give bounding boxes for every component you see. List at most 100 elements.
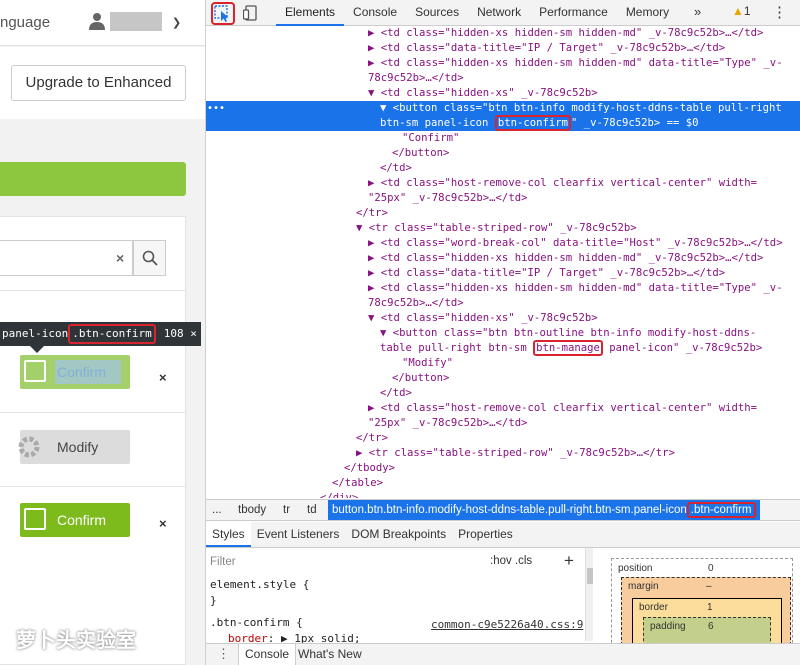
dom-node-line[interactable]: ▶ <tr class="table-striped-row" _v-78c9c… xyxy=(206,446,800,461)
dom-node-line[interactable]: </td> xyxy=(206,386,800,401)
dom-node-text: ▼ <td class="hidden-xs" _v-78c9c52b> xyxy=(368,312,598,324)
dom-node-line[interactable]: ▼ <button class="btn btn-outline btn-inf… xyxy=(206,326,800,341)
styles-filter-input[interactable]: Filter xyxy=(210,556,236,568)
confirm-button[interactable]: Confirm xyxy=(20,503,130,537)
tab-sources[interactable]: Sources xyxy=(406,0,468,26)
user-icon[interactable] xyxy=(89,12,105,30)
chevron-down-icon[interactable]: ❯ xyxy=(172,16,181,29)
dom-node-line[interactable]: "25px" _v-78c9c52b>…</td> xyxy=(206,191,800,206)
dom-node-line[interactable]: ▶ <td class="host-remove-col clearfix ve… xyxy=(206,401,800,416)
breadcrumb-item[interactable]: ... xyxy=(212,500,222,520)
search-icon xyxy=(142,250,158,266)
dom-node-line[interactable]: ▶ <td class="data-title="IP / Target" _v… xyxy=(206,41,800,56)
drawer-tab-console[interactable]: Console xyxy=(238,644,297,665)
dom-node-line[interactable]: table pull-right btn-sm btn-manage panel… xyxy=(206,340,800,356)
dom-node-line[interactable]: </tr> xyxy=(206,431,800,446)
tooltip-class: panel-icon xyxy=(2,327,69,340)
username-redacted[interactable] xyxy=(110,12,162,31)
dom-node-line[interactable]: </button> xyxy=(206,146,800,161)
search-button[interactable] xyxy=(133,240,166,276)
tab-dom-breakpoints[interactable]: DOM Breakpoints xyxy=(345,522,452,547)
dom-node-text: 78c9c52b>…</td> xyxy=(368,72,464,84)
tab-console[interactable]: Console xyxy=(344,0,406,26)
green-banner xyxy=(0,162,186,196)
clear-icon[interactable]: × xyxy=(116,250,124,266)
dom-node-text: "Confirm" xyxy=(402,132,460,144)
inspect-element-button[interactable] xyxy=(211,2,235,25)
dom-node-line[interactable]: ▶ <td class="data-title="IP / Target" _v… xyxy=(206,266,800,281)
dom-node-line[interactable]: 78c9c52b>…</td> xyxy=(206,71,800,86)
upgrade-button[interactable]: Upgrade to Enhanced xyxy=(11,65,186,101)
modify-button[interactable]: Modify xyxy=(18,430,130,464)
dom-node-text: ▼ <tr class="table-striped-row" _v-78c9c… xyxy=(356,222,637,234)
dom-node-line[interactable]: </button> xyxy=(206,371,800,386)
dom-node-text: table pull-right btn-sm xyxy=(380,342,534,354)
tab-properties[interactable]: Properties xyxy=(452,522,519,547)
dom-node-line[interactable]: btn-sm panel-icon btn-confirm " _v-78c9c5… xyxy=(206,115,800,131)
dom-node-text: </button> xyxy=(392,372,450,384)
dom-node-line[interactable]: ▼ <button class="btn btn-info modify-hos… xyxy=(206,101,800,116)
dom-node-text: ▶ <td class="host-remove-col clearfix ve… xyxy=(368,402,758,414)
breadcrumb-item[interactable]: td xyxy=(307,500,317,520)
dom-node-line[interactable]: ▶ <td class="hidden-xs hidden-sm hidden-… xyxy=(206,281,800,296)
dom-node-line[interactable]: ▼ <td class="hidden-xs" _v-78c9c52b> xyxy=(206,86,800,101)
dom-node-line[interactable]: "25px" _v-78c9c52b>…</td> xyxy=(206,416,800,431)
breadcrumb-item[interactable]: tr xyxy=(283,500,290,520)
menu-icon[interactable]: ⋮ xyxy=(772,3,787,21)
dom-node-text: btn-sm panel-icon xyxy=(380,117,495,129)
dom-node-text: "25px" _v-78c9c52b>…</td> xyxy=(368,192,528,204)
dom-node-line[interactable]: ▼ <td class="hidden-xs" _v-78c9c52b> xyxy=(206,311,800,326)
hov-cls-toggle[interactable]: :hov .cls xyxy=(490,555,532,567)
delete-icon[interactable]: × xyxy=(159,370,167,385)
dom-node-line[interactable]: </tbody> xyxy=(206,461,800,476)
dom-node-line[interactable]: </tr> xyxy=(206,206,800,221)
device-toggle-icon[interactable] xyxy=(243,5,257,21)
breadcrumb-selected[interactable]: button.btn.btn-info.modify-host-ddns-tab… xyxy=(328,500,760,520)
warnings-badge[interactable]: ▲1 xyxy=(732,4,751,18)
tab-performance[interactable]: Performance xyxy=(530,0,617,26)
tab-event-listeners[interactable]: Event Listeners xyxy=(251,522,346,547)
confirm-button-highlighted[interactable]: Confirm xyxy=(20,355,130,389)
tab-elements[interactable]: Elements xyxy=(276,0,345,26)
breadcrumb-item[interactable]: tbody xyxy=(238,500,266,520)
dom-node-line[interactable]: ▶ <td class="hidden-xs hidden-sm hidden-… xyxy=(206,26,800,41)
dom-node-text: </tr> xyxy=(356,432,388,444)
dom-node-line[interactable]: ▼ <tr class="table-striped-row" _v-78c9c… xyxy=(206,221,800,236)
styles-subtabs: Styles Event Listeners DOM Breakpoints P… xyxy=(206,522,800,548)
box-model: position 0 margin – border 1 padding 6 xyxy=(611,558,793,658)
dom-node-line[interactable]: ▶ <td class="hidden-xs hidden-sm hidden-… xyxy=(206,56,800,71)
dom-node-line[interactable]: ▶ <td class="hidden-xs hidden-sm hidden-… xyxy=(206,251,800,266)
style-source-link[interactable]: common-c9e5226a40.css:9 xyxy=(431,618,583,631)
add-rule-button[interactable]: + xyxy=(564,551,574,571)
dom-node-line[interactable]: 78c9c52b>…</td> xyxy=(206,296,800,311)
drawer-bar: ⋮ Console What's New xyxy=(206,643,800,665)
tab-memory[interactable]: Memory xyxy=(617,0,678,26)
dom-node-line[interactable]: </table> xyxy=(206,476,800,491)
inspect-tooltip: panel-icon.btn-confirm 108 × 33 xyxy=(0,322,205,346)
dom-node-line[interactable]: ▶ <td class="host-remove-col clearfix ve… xyxy=(206,176,800,191)
row-divider xyxy=(0,412,186,413)
delete-icon[interactable]: × xyxy=(159,516,167,531)
selected-node-ellipsis-icon[interactable]: ••• xyxy=(207,103,225,114)
tab-styles[interactable]: Styles xyxy=(206,522,251,547)
dom-node-line[interactable]: "Confirm" xyxy=(206,131,800,146)
dom-node-line[interactable]: </td> xyxy=(206,161,800,176)
scrollbar[interactable] xyxy=(585,548,593,641)
cursor-icon xyxy=(214,5,229,22)
dom-node-line[interactable]: </div> xyxy=(206,491,800,498)
dom-node-line[interactable]: ▶ <td class="word-break-col" data-title=… xyxy=(206,236,800,251)
devtools-tabs: Elements Console Sources Network Perform… xyxy=(276,0,678,26)
tab-network[interactable]: Network xyxy=(468,0,530,26)
dom-node-line[interactable]: "Modify" xyxy=(206,356,800,371)
language-menu[interactable]: nguage xyxy=(0,14,50,31)
drawer-menu-icon[interactable]: ⋮ xyxy=(217,646,230,662)
warning-count: 1 xyxy=(743,4,751,18)
scrollbar-thumb[interactable] xyxy=(587,568,593,584)
search-input[interactable] xyxy=(0,240,133,276)
dom-node-text: </td> xyxy=(380,162,412,174)
dom-node-text: ▶ <td class="data-title="IP / Target" _v… xyxy=(368,267,726,279)
more-tabs-button[interactable]: » xyxy=(694,4,701,19)
dom-node-text: </td> xyxy=(380,387,412,399)
dom-node-text: </tr> xyxy=(356,207,388,219)
drawer-tab-whats-new[interactable]: What's New xyxy=(292,644,368,665)
